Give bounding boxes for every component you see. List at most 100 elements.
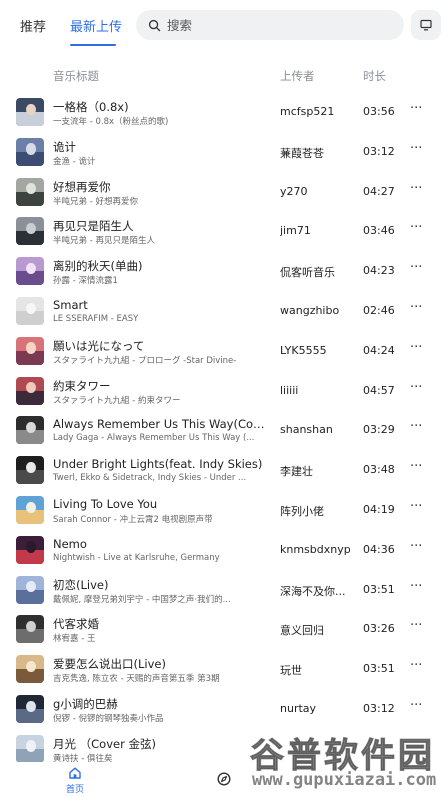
song-uploader[interactable]: liiiii bbox=[280, 384, 356, 397]
more-options-icon[interactable]: ··· bbox=[410, 340, 422, 355]
song-subtitle: 吉克隽逸, 陈立农 - 天赐的声音第五季 第3期 bbox=[53, 674, 220, 685]
song-title: 初恋(Live) bbox=[53, 577, 109, 592]
song-row[interactable]: Living To Love You Sarah Connor - 冲上云霄2 电… bbox=[0, 490, 448, 530]
song-uploader[interactable]: y270 bbox=[280, 185, 356, 198]
song-duration: 03:26 bbox=[363, 622, 395, 636]
song-row[interactable]: 約束タワー スタァライト九九組 - 約束タワー liiiii 04:57 ··· bbox=[0, 371, 448, 411]
song-uploader[interactable]: 玩世 bbox=[280, 662, 356, 678]
more-options-icon[interactable]: ··· bbox=[410, 658, 422, 673]
song-uploader[interactable]: 深海不及你... bbox=[280, 583, 356, 599]
song-uploader[interactable]: 意义回归 bbox=[280, 622, 356, 638]
song-title: 約束タワー bbox=[53, 378, 111, 393]
song-cover bbox=[16, 416, 44, 445]
search-bar[interactable] bbox=[136, 10, 404, 40]
song-row[interactable]: 好想再爱你 半吨兄弟 - 好想再爱你 y270 04:27 ··· bbox=[0, 172, 448, 212]
song-uploader[interactable]: knmsbdxnyp bbox=[280, 543, 356, 556]
more-options-icon[interactable]: ··· bbox=[410, 141, 422, 156]
song-title: 代客求婚 bbox=[53, 617, 99, 632]
column-duration: 时长 bbox=[363, 69, 386, 83]
tab-latest-upload[interactable]: 最新上传 bbox=[70, 16, 122, 35]
watermark-url: www.gupuxiazai.com bbox=[252, 770, 437, 790]
song-row[interactable]: Smart LE SSERAFIM - EASY wangzhibo 02:46 ··· bbox=[0, 291, 448, 331]
song-row[interactable]: 离别的秋天(单曲) 孙露 - 深情流露1 侃客听音乐 04:23 ··· bbox=[0, 251, 448, 291]
song-uploader[interactable]: 李建壮 bbox=[280, 463, 356, 479]
song-uploader[interactable]: 阵列小佬 bbox=[280, 503, 356, 519]
song-row[interactable]: 代客求婚 林宥嘉 - 王 意义回归 03:26 ··· bbox=[0, 609, 448, 649]
song-row[interactable]: 願いは光になって スタァライト九九組 - プロローグ -Star Divine- L… bbox=[0, 331, 448, 371]
more-options-icon[interactable]: ··· bbox=[410, 579, 422, 594]
song-row[interactable]: 爱要怎么说出口(Live) 吉克隽逸, 陈立农 - 天赐的声音第五季 第3期 玩世 0… bbox=[0, 649, 448, 689]
more-options-icon[interactable]: ··· bbox=[410, 698, 422, 713]
song-cover bbox=[16, 655, 44, 684]
more-options-icon[interactable]: ··· bbox=[410, 260, 422, 275]
song-row[interactable]: Nemo Nightwish - Live at Karlsruhe, Germa… bbox=[0, 530, 448, 570]
song-duration: 03:48 bbox=[363, 463, 395, 477]
song-subtitle: 金渔 - 诡计 bbox=[53, 156, 96, 167]
song-uploader[interactable]: wangzhibo bbox=[280, 304, 356, 317]
tab-recommended[interactable]: 推荐 bbox=[20, 16, 46, 35]
song-title: Living To Love You bbox=[53, 496, 158, 511]
song-duration: 04:36 bbox=[363, 542, 395, 556]
more-options-icon[interactable]: ··· bbox=[410, 380, 422, 395]
song-uploader[interactable]: 蒹葭苍苍 bbox=[280, 145, 356, 161]
song-row[interactable]: g小调的巴赫倪锣 - 倪锣的钢琴独奏小作品 nurtay 03:12 ··· bbox=[0, 689, 448, 729]
song-duration: 03:29 bbox=[363, 423, 395, 437]
song-row[interactable]: Under Bright Lights(feat. Indy Skies) Twe… bbox=[0, 450, 448, 490]
more-options-icon[interactable]: ··· bbox=[410, 618, 422, 633]
song-subtitle: Nightwish - Live at Karlsruhe, Germany bbox=[53, 552, 220, 563]
song-subtitle: 半吨兄弟 - 再见只是陌生人 bbox=[53, 236, 155, 247]
more-options-icon[interactable]: ··· bbox=[410, 459, 422, 474]
song-uploader[interactable]: 侃客听音乐 bbox=[280, 264, 356, 280]
song-uploader[interactable]: nurtay bbox=[280, 702, 356, 715]
song-cover bbox=[16, 177, 44, 206]
song-row[interactable]: Always Remember Us This Way(Compl... Lady… bbox=[0, 410, 448, 450]
more-options-icon[interactable]: ··· bbox=[410, 539, 422, 554]
song-row[interactable]: 一格格（0.8x) 一支流年 - 0.8x（粉丝点的歌) mcfsp521 03:56… bbox=[0, 92, 448, 132]
song-cover bbox=[16, 376, 44, 405]
song-uploader[interactable]: jim71 bbox=[280, 224, 356, 237]
song-duration: 03:12 bbox=[363, 701, 395, 715]
song-cover bbox=[16, 456, 44, 485]
song-uploader[interactable]: LYK5555 bbox=[280, 344, 356, 357]
song-title: Nemo bbox=[53, 536, 87, 551]
song-subtitle: 孙露 - 深情流露1 bbox=[53, 276, 118, 287]
song-cover bbox=[16, 217, 44, 246]
screen-mode-button[interactable] bbox=[411, 10, 441, 40]
song-title: 好想再爱你 bbox=[53, 179, 111, 194]
top-bar: 推荐 最新上传 bbox=[0, 0, 448, 50]
song-title: g小调的巴赫 bbox=[53, 696, 118, 711]
nav-home-label: 首页 bbox=[65, 785, 84, 795]
song-row[interactable]: 再见只是陌生人 半吨兄弟 - 再见只是陌生人 jim71 03:46 ··· bbox=[0, 211, 448, 251]
song-title: 再见只是陌生人 bbox=[53, 219, 134, 234]
song-cover bbox=[16, 495, 44, 524]
song-title: 願いは光になって bbox=[53, 338, 145, 353]
nav-home[interactable]: 首页 bbox=[62, 766, 88, 795]
more-options-icon[interactable]: ··· bbox=[410, 499, 422, 514]
song-cover bbox=[16, 257, 44, 286]
song-subtitle: 戴佩妮, 摩登兄弟刘宇宁 - 中国梦之声·我们的... bbox=[53, 594, 231, 605]
song-uploader[interactable]: mcfsp521 bbox=[280, 105, 356, 118]
more-options-icon[interactable]: ··· bbox=[410, 181, 422, 196]
song-duration: 04:24 bbox=[363, 343, 395, 357]
song-cover bbox=[16, 336, 44, 365]
song-subtitle: Sarah Connor - 冲上云霄2 电视剧原声带 bbox=[53, 514, 213, 525]
more-options-icon[interactable]: ··· bbox=[410, 101, 422, 116]
more-options-icon[interactable]: ··· bbox=[410, 419, 422, 434]
search-input[interactable] bbox=[167, 17, 387, 33]
more-options-icon[interactable]: ··· bbox=[410, 220, 422, 235]
song-title: 爱要怎么说出口(Live) bbox=[53, 657, 166, 672]
song-uploader[interactable]: shanshan bbox=[280, 423, 356, 436]
song-title: 一格格（0.8x) bbox=[53, 100, 129, 114]
song-subtitle: 倪锣 - 倪锣的钢琴独奏小作品 bbox=[53, 713, 164, 724]
song-duration: 04:19 bbox=[363, 502, 395, 516]
song-row[interactable]: 初恋(Live) 戴佩妮, 摩登兄弟刘宇宁 - 中国梦之声·我们的... 深海不及你… bbox=[0, 570, 448, 610]
more-options-icon[interactable]: ··· bbox=[410, 300, 422, 315]
song-cover bbox=[16, 98, 44, 126]
song-title: 月光 （Cover 金弦) bbox=[53, 736, 156, 751]
song-duration: 04:27 bbox=[363, 184, 395, 198]
column-uploader: 上传者 bbox=[280, 69, 315, 83]
song-duration: 03:51 bbox=[363, 582, 395, 596]
compass-icon[interactable] bbox=[217, 772, 231, 786]
watermark: 谷普软件园 www.gupuxiazai.com bbox=[246, 726, 448, 797]
song-row[interactable]: 诡计 金渔 - 诡计 蒹葭苍苍 03:12 ··· bbox=[0, 132, 448, 172]
